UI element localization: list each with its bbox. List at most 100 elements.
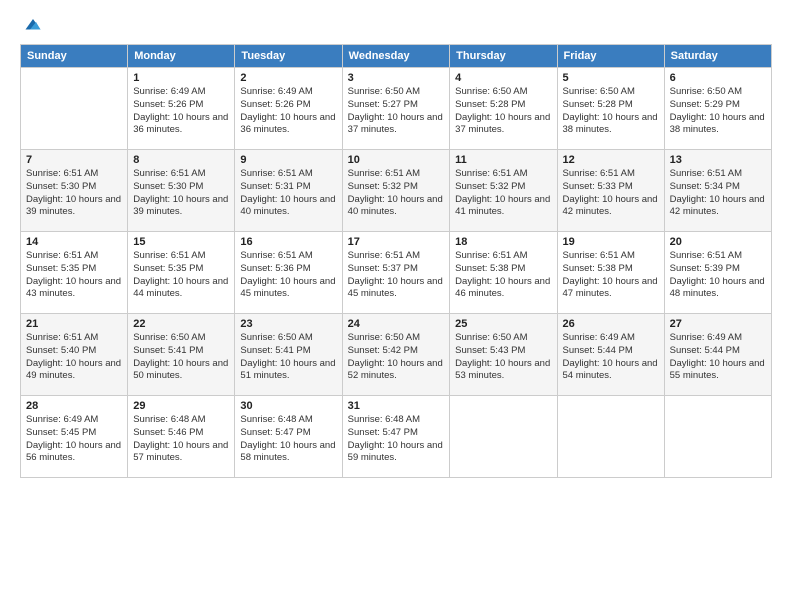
calendar-header-friday: Friday bbox=[557, 45, 664, 68]
cell-day-number: 8 bbox=[133, 154, 229, 166]
cell-info: Sunrise: 6:51 AMSunset: 5:39 PMDaylight:… bbox=[670, 250, 766, 301]
cell-info: Sunrise: 6:51 AMSunset: 5:34 PMDaylight:… bbox=[670, 168, 766, 219]
cell-info: Sunrise: 6:48 AMSunset: 5:46 PMDaylight:… bbox=[133, 414, 229, 465]
calendar-cell: 15 Sunrise: 6:51 AMSunset: 5:35 PMDayligh… bbox=[128, 232, 235, 314]
page: SundayMondayTuesdayWednesdayThursdayFrid… bbox=[0, 0, 792, 612]
cell-day-number: 16 bbox=[240, 236, 336, 248]
calendar-cell: 25 Sunrise: 6:50 AMSunset: 5:43 PMDayligh… bbox=[450, 314, 557, 396]
calendar-cell: 10 Sunrise: 6:51 AMSunset: 5:32 PMDayligh… bbox=[342, 150, 450, 232]
calendar-cell: 29 Sunrise: 6:48 AMSunset: 5:46 PMDayligh… bbox=[128, 396, 235, 478]
cell-day-number: 23 bbox=[240, 318, 336, 330]
calendar-cell: 17Sunrise: 6:51 AMSunset: 5:37 PMDayligh… bbox=[342, 232, 450, 314]
calendar-cell: 16 Sunrise: 6:51 AMSunset: 5:36 PMDayligh… bbox=[235, 232, 342, 314]
cell-info: Sunrise: 6:48 AMSunset: 5:47 PMDaylight:… bbox=[348, 414, 445, 465]
calendar-cell: 5 Sunrise: 6:50 AMSunset: 5:28 PMDaylight… bbox=[557, 68, 664, 150]
cell-day-number: 3 bbox=[348, 72, 445, 84]
logo bbox=[20, 16, 42, 34]
calendar-week-row: 7 Sunrise: 6:51 AMSunset: 5:30 PMDaylight… bbox=[21, 150, 772, 232]
cell-info: Sunrise: 6:49 AMSunset: 5:44 PMDaylight:… bbox=[670, 332, 766, 383]
cell-day-number: 1 bbox=[133, 72, 229, 84]
calendar-cell: 2Sunrise: 6:49 AMSunset: 5:26 PMDaylight… bbox=[235, 68, 342, 150]
calendar-cell: 18Sunrise: 6:51 AMSunset: 5:38 PMDayligh… bbox=[450, 232, 557, 314]
cell-info: Sunrise: 6:50 AMSunset: 5:43 PMDaylight:… bbox=[455, 332, 551, 383]
cell-info: Sunrise: 6:51 AMSunset: 5:30 PMDaylight:… bbox=[26, 168, 122, 219]
cell-day-number: 21 bbox=[26, 318, 122, 330]
calendar-week-row: 21Sunrise: 6:51 AMSunset: 5:40 PMDayligh… bbox=[21, 314, 772, 396]
cell-info: Sunrise: 6:49 AMSunset: 5:45 PMDaylight:… bbox=[26, 414, 122, 465]
calendar-header-saturday: Saturday bbox=[664, 45, 771, 68]
calendar-header-monday: Monday bbox=[128, 45, 235, 68]
cell-day-number: 14 bbox=[26, 236, 122, 248]
calendar-cell: 1 Sunrise: 6:49 AMSunset: 5:26 PMDaylight… bbox=[128, 68, 235, 150]
cell-info: Sunrise: 6:51 AMSunset: 5:32 PMDaylight:… bbox=[348, 168, 445, 219]
calendar-cell: 13 Sunrise: 6:51 AMSunset: 5:34 PMDayligh… bbox=[664, 150, 771, 232]
calendar-week-row: 1 Sunrise: 6:49 AMSunset: 5:26 PMDaylight… bbox=[21, 68, 772, 150]
cell-info: Sunrise: 6:50 AMSunset: 5:41 PMDaylight:… bbox=[240, 332, 336, 383]
cell-info: Sunrise: 6:50 AMSunset: 5:27 PMDaylight:… bbox=[348, 86, 445, 137]
cell-day-number: 10 bbox=[348, 154, 445, 166]
cell-info: Sunrise: 6:51 AMSunset: 5:33 PMDaylight:… bbox=[563, 168, 659, 219]
cell-info: Sunrise: 6:51 AMSunset: 5:38 PMDaylight:… bbox=[455, 250, 551, 301]
cell-info: Sunrise: 6:51 AMSunset: 5:37 PMDaylight:… bbox=[348, 250, 445, 301]
calendar-week-row: 14 Sunrise: 6:51 AMSunset: 5:35 PMDayligh… bbox=[21, 232, 772, 314]
calendar-cell bbox=[664, 396, 771, 478]
cell-day-number: 22 bbox=[133, 318, 229, 330]
calendar-cell: 3 Sunrise: 6:50 AMSunset: 5:27 PMDaylight… bbox=[342, 68, 450, 150]
calendar-cell: 27 Sunrise: 6:49 AMSunset: 5:44 PMDayligh… bbox=[664, 314, 771, 396]
cell-info: Sunrise: 6:50 AMSunset: 5:29 PMDaylight:… bbox=[670, 86, 766, 137]
calendar-cell bbox=[450, 396, 557, 478]
calendar-header-thursday: Thursday bbox=[450, 45, 557, 68]
calendar-header-tuesday: Tuesday bbox=[235, 45, 342, 68]
cell-day-number: 29 bbox=[133, 400, 229, 412]
calendar-week-row: 28 Sunrise: 6:49 AMSunset: 5:45 PMDayligh… bbox=[21, 396, 772, 478]
calendar-cell: 31 Sunrise: 6:48 AMSunset: 5:47 PMDayligh… bbox=[342, 396, 450, 478]
calendar-header-wednesday: Wednesday bbox=[342, 45, 450, 68]
calendar-cell: 12 Sunrise: 6:51 AMSunset: 5:33 PMDayligh… bbox=[557, 150, 664, 232]
cell-info: Sunrise: 6:51 AMSunset: 5:35 PMDaylight:… bbox=[133, 250, 229, 301]
header bbox=[20, 16, 772, 34]
cell-info: Sunrise: 6:51 AMSunset: 5:38 PMDaylight:… bbox=[563, 250, 659, 301]
cell-day-number: 9 bbox=[240, 154, 336, 166]
calendar-cell: 8Sunrise: 6:51 AMSunset: 5:30 PMDaylight… bbox=[128, 150, 235, 232]
cell-day-number: 30 bbox=[240, 400, 336, 412]
cell-day-number: 15 bbox=[133, 236, 229, 248]
calendar-cell: 21Sunrise: 6:51 AMSunset: 5:40 PMDayligh… bbox=[21, 314, 128, 396]
cell-day-number: 24 bbox=[348, 318, 445, 330]
cell-info: Sunrise: 6:51 AMSunset: 5:31 PMDaylight:… bbox=[240, 168, 336, 219]
calendar-cell: 7 Sunrise: 6:51 AMSunset: 5:30 PMDaylight… bbox=[21, 150, 128, 232]
cell-day-number: 26 bbox=[563, 318, 659, 330]
cell-day-number: 7 bbox=[26, 154, 122, 166]
calendar-cell: 9 Sunrise: 6:51 AMSunset: 5:31 PMDaylight… bbox=[235, 150, 342, 232]
cell-day-number: 11 bbox=[455, 154, 551, 166]
calendar-cell: 4 Sunrise: 6:50 AMSunset: 5:28 PMDaylight… bbox=[450, 68, 557, 150]
cell-info: Sunrise: 6:50 AMSunset: 5:28 PMDaylight:… bbox=[455, 86, 551, 137]
cell-info: Sunrise: 6:49 AMSunset: 5:26 PMDaylight:… bbox=[240, 86, 336, 137]
cell-day-number: 31 bbox=[348, 400, 445, 412]
cell-day-number: 13 bbox=[670, 154, 766, 166]
cell-day-number: 4 bbox=[455, 72, 551, 84]
cell-day-number: 6 bbox=[670, 72, 766, 84]
calendar-cell: 22Sunrise: 6:50 AMSunset: 5:41 PMDayligh… bbox=[128, 314, 235, 396]
cell-day-number: 27 bbox=[670, 318, 766, 330]
calendar-header-row: SundayMondayTuesdayWednesdayThursdayFrid… bbox=[21, 45, 772, 68]
calendar-cell: 28 Sunrise: 6:49 AMSunset: 5:45 PMDayligh… bbox=[21, 396, 128, 478]
calendar-header-sunday: Sunday bbox=[21, 45, 128, 68]
cell-info: Sunrise: 6:49 AMSunset: 5:26 PMDaylight:… bbox=[133, 86, 229, 137]
cell-day-number: 12 bbox=[563, 154, 659, 166]
calendar-cell: 6 Sunrise: 6:50 AMSunset: 5:29 PMDaylight… bbox=[664, 68, 771, 150]
calendar-cell bbox=[557, 396, 664, 478]
calendar-cell bbox=[21, 68, 128, 150]
cell-day-number: 28 bbox=[26, 400, 122, 412]
cell-info: Sunrise: 6:51 AMSunset: 5:35 PMDaylight:… bbox=[26, 250, 122, 301]
cell-info: Sunrise: 6:50 AMSunset: 5:42 PMDaylight:… bbox=[348, 332, 445, 383]
cell-day-number: 5 bbox=[563, 72, 659, 84]
cell-info: Sunrise: 6:51 AMSunset: 5:36 PMDaylight:… bbox=[240, 250, 336, 301]
calendar-cell: 19 Sunrise: 6:51 AMSunset: 5:38 PMDayligh… bbox=[557, 232, 664, 314]
cell-day-number: 25 bbox=[455, 318, 551, 330]
cell-info: Sunrise: 6:49 AMSunset: 5:44 PMDaylight:… bbox=[563, 332, 659, 383]
logo-icon bbox=[24, 16, 42, 34]
cell-day-number: 19 bbox=[563, 236, 659, 248]
calendar-cell: 23 Sunrise: 6:50 AMSunset: 5:41 PMDayligh… bbox=[235, 314, 342, 396]
calendar-table: SundayMondayTuesdayWednesdayThursdayFrid… bbox=[20, 44, 772, 478]
cell-info: Sunrise: 6:50 AMSunset: 5:28 PMDaylight:… bbox=[563, 86, 659, 137]
